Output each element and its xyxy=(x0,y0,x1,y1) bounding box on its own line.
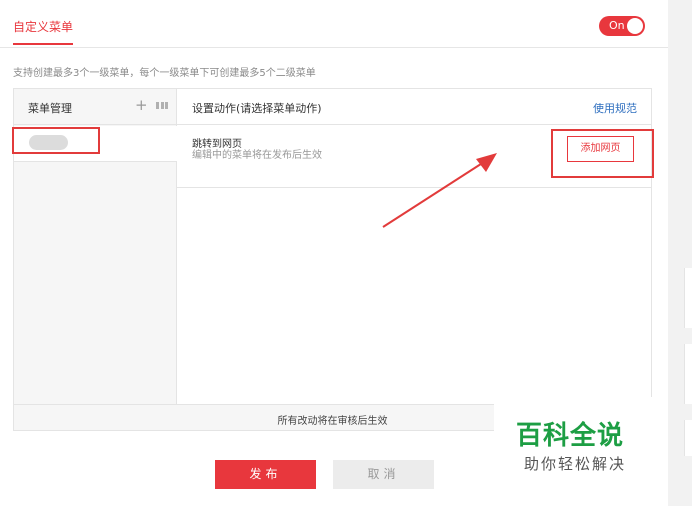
side-card xyxy=(684,268,692,328)
watermark-subtitle: 助你轻松解决 xyxy=(524,455,627,473)
custom-menu-panel: 自定义菜单 On 支持创建最多3个一级菜单，每个一级菜单下可创建最多5个二级菜单… xyxy=(0,0,668,506)
arrow-shaft xyxy=(382,161,485,228)
arrow-head xyxy=(476,153,497,172)
watermark-title: 百科全说 xyxy=(516,421,625,451)
side-card xyxy=(684,344,692,404)
watermark: 百科全说 助你轻松解决 xyxy=(494,397,668,483)
side-card xyxy=(684,420,692,456)
publish-button[interactable]: 发布 xyxy=(215,460,316,489)
right-side-strip xyxy=(668,0,692,506)
cancel-button[interactable]: 取消 xyxy=(333,460,434,489)
